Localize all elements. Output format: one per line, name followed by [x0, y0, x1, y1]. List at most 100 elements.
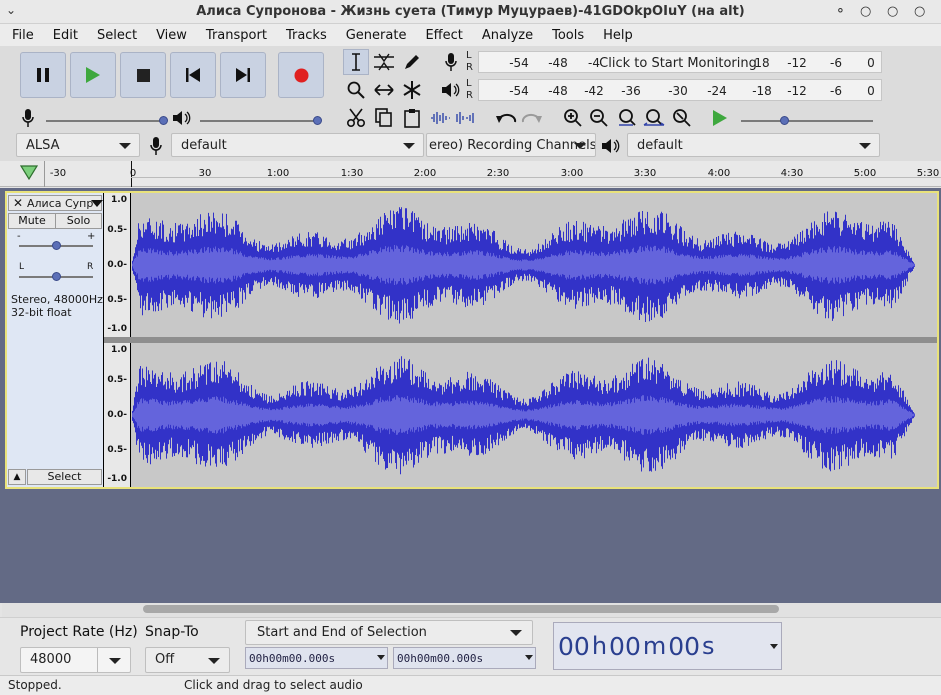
- playback-device-dropdown[interactable]: default: [627, 133, 880, 157]
- track-menu-icon[interactable]: [91, 200, 103, 207]
- fit-project-icon: [643, 109, 665, 126]
- play-at-speed-button[interactable]: [708, 106, 732, 130]
- chevron-down-icon: [119, 143, 131, 149]
- selection-start-value[interactable]: 00h00m00.000s: [249, 652, 335, 665]
- recording-volume-slider[interactable]: [46, 120, 164, 122]
- project-rate-combo[interactable]: 48000: [20, 647, 131, 673]
- waveform-right-channel[interactable]: [131, 343, 915, 487]
- draw-tool-button[interactable]: [399, 49, 425, 75]
- chevron-down-icon[interactable]: [525, 655, 533, 660]
- recording-channels-dropdown[interactable]: ereo) Recording Channels: [426, 133, 596, 157]
- recording-device-dropdown[interactable]: default: [171, 133, 424, 157]
- snap-to-dropdown[interactable]: Off: [145, 647, 230, 673]
- empty-track-region[interactable]: [915, 193, 937, 337]
- menu-tracks[interactable]: Tracks: [275, 28, 335, 43]
- audio-host-dropdown[interactable]: ALSA: [16, 133, 140, 157]
- pan-thumb[interactable]: [52, 272, 61, 281]
- record-meter-mic-icon[interactable]: [440, 49, 462, 75]
- multi-tool-button[interactable]: [399, 77, 425, 103]
- playback-device-value: default: [637, 138, 683, 153]
- time-unit-hours: h: [591, 632, 608, 660]
- ruler-label: 0: [129, 168, 137, 179]
- close-window-icon[interactable]: ○: [914, 5, 925, 19]
- pause-button[interactable]: [20, 52, 66, 98]
- waveform-left-channel[interactable]: [131, 193, 915, 337]
- recording-volume-thumb[interactable]: [159, 116, 168, 125]
- minimize-icon[interactable]: ⚬: [835, 5, 846, 19]
- gain-thumb[interactable]: [52, 241, 61, 250]
- redo-button[interactable]: [519, 106, 545, 130]
- record-button[interactable]: [278, 52, 324, 98]
- menu-view[interactable]: View: [145, 28, 195, 43]
- playback-volume-thumb[interactable]: [313, 116, 322, 125]
- selection-start-time[interactable]: 00h00m00.000s: [245, 647, 388, 669]
- stop-icon: [136, 68, 150, 82]
- fit-project-button[interactable]: [641, 106, 667, 130]
- chevron-down-icon[interactable]: [377, 655, 385, 660]
- horizontal-scrollbar-thumb[interactable]: [143, 605, 779, 613]
- zoom-toggle-button[interactable]: [669, 106, 695, 130]
- ruler-label: 4:30: [780, 168, 804, 179]
- menu-analyze[interactable]: Analyze: [471, 28, 541, 43]
- chevron-down-icon: [403, 143, 415, 149]
- skip-to-start-button[interactable]: [170, 52, 216, 98]
- envelope-tool-button[interactable]: [371, 49, 397, 75]
- paste-button[interactable]: [399, 106, 425, 130]
- track-title-bar[interactable]: ✕ Алиса Супр: [8, 195, 103, 211]
- audio-position-display[interactable]: 0 0 h 0 0 m 0 0 s: [553, 622, 782, 670]
- rec-scale-tick: 0: [867, 56, 875, 70]
- play-icon: [86, 67, 100, 83]
- zoom-out-button[interactable]: [587, 106, 611, 130]
- cut-button[interactable]: [343, 106, 369, 130]
- empty-track-region[interactable]: [915, 343, 937, 487]
- menu-transport[interactable]: Transport: [195, 28, 275, 43]
- start-monitoring-prompt[interactable]: Click to Start Monitoring: [599, 56, 757, 71]
- rec-scale-tick: -6: [830, 56, 842, 70]
- fit-selection-button[interactable]: [614, 106, 640, 130]
- solo-button[interactable]: Solo: [55, 213, 102, 229]
- maximize-icon[interactable]: ○: [860, 5, 871, 19]
- zoom-tool-button[interactable]: [343, 77, 369, 103]
- menu-generate[interactable]: Generate: [335, 28, 415, 43]
- play-button[interactable]: [70, 52, 116, 98]
- timeline-ruler[interactable]: -30 0 30 1:00 1:30 2:00 2:30 3:00 3:30 4…: [0, 161, 941, 187]
- undo-button[interactable]: [493, 106, 519, 130]
- playback-meter-speaker-icon[interactable]: [440, 77, 462, 103]
- selection-mode-dropdown[interactable]: Start and End of Selection: [245, 620, 533, 645]
- mute-button[interactable]: Mute: [8, 213, 56, 229]
- close-track-icon[interactable]: ✕: [13, 196, 23, 210]
- play-speed-thumb[interactable]: [780, 116, 789, 125]
- select-track-button[interactable]: Select: [27, 469, 102, 485]
- menu-file[interactable]: File: [0, 28, 42, 43]
- selection-end-time[interactable]: 00h00m00.000s: [393, 647, 536, 669]
- collapse-track-button[interactable]: ▲: [8, 469, 26, 485]
- play-scale-tick: -12: [787, 84, 807, 98]
- playhead-pin-icon[interactable]: [20, 165, 38, 181]
- project-rate-value[interactable]: 48000: [30, 652, 71, 667]
- menu-help[interactable]: Help: [592, 28, 641, 43]
- track-control-panel[interactable]: ✕ Алиса Супр Mute Solo - + L R Stereo, 4…: [7, 193, 103, 487]
- menu-select[interactable]: Select: [86, 28, 145, 43]
- skip-to-end-button[interactable]: [220, 52, 266, 98]
- chevron-down-icon[interactable]: [770, 644, 778, 649]
- play-speed-slider[interactable]: [741, 120, 873, 122]
- copy-button[interactable]: [371, 106, 397, 130]
- pan-left-label: L: [19, 262, 25, 272]
- timeshift-tool-button[interactable]: [371, 77, 397, 103]
- silence-audio-button[interactable]: [454, 106, 478, 130]
- clipboard-icon: [404, 109, 420, 128]
- menu-effect[interactable]: Effect: [414, 28, 470, 43]
- playback-meter[interactable]: -54 -48 -42 -36 -30 -24 -18 -12 -6 0: [478, 79, 882, 101]
- zoom-in-button[interactable]: [561, 106, 585, 130]
- trim-audio-button[interactable]: [428, 106, 452, 130]
- recording-device-value: default: [181, 138, 227, 153]
- record-meter[interactable]: -54 -48 -4 Click to Start Monitoring 18 …: [478, 51, 882, 73]
- playback-volume-slider[interactable]: [200, 120, 318, 122]
- stop-button[interactable]: [120, 52, 166, 98]
- menu-edit[interactable]: Edit: [42, 28, 86, 43]
- restore-icon[interactable]: ○: [887, 5, 898, 19]
- track-name[interactable]: Алиса Супр: [27, 197, 93, 210]
- selection-end-value[interactable]: 00h00m00.000s: [397, 652, 483, 665]
- menu-tools[interactable]: Tools: [541, 28, 592, 43]
- selection-tool-button[interactable]: [343, 49, 369, 75]
